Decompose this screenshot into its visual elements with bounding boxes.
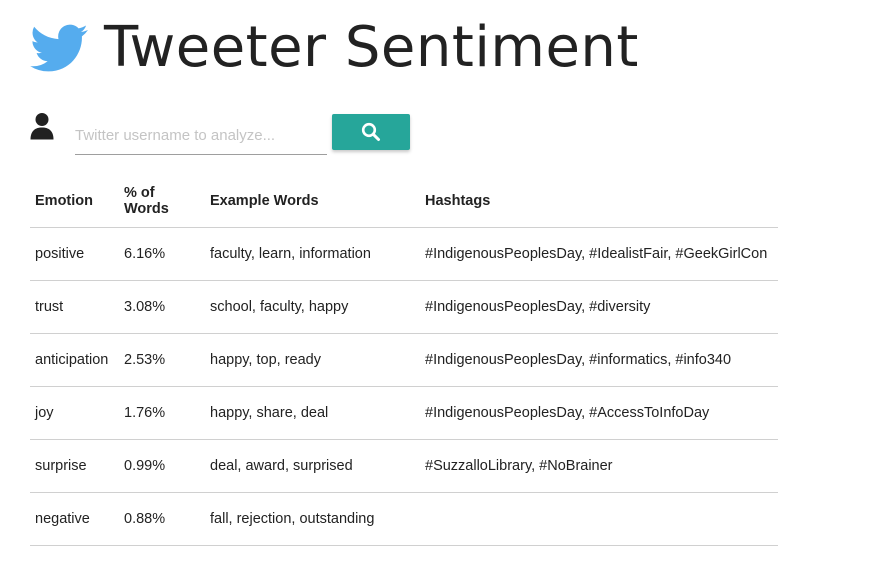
percent-cell: 1.76% (119, 386, 205, 440)
emotion-cell: negative (30, 492, 119, 546)
emotion-cell: trust (30, 280, 119, 334)
example-words-cell: deal, award, surprised (205, 439, 420, 493)
example-words-cell: school, faculty, happy (205, 280, 420, 334)
table-row: joy 1.76% happy, share, deal #Indigenous… (30, 386, 778, 440)
example-words-cell: happy, top, ready (205, 333, 420, 387)
emotion-cell: surprise (30, 439, 119, 493)
table-row: negative 0.88% fall, rejection, outstand… (30, 492, 778, 546)
table-header-row: Emotion % of Words Example Words Hashtag… (30, 175, 778, 228)
hashtags-cell: #IndigenousPeoplesDay, #informatics, #in… (420, 333, 778, 387)
username-search-input[interactable] (75, 116, 327, 155)
hashtags-cell: #SuzzalloLibrary, #NoBrainer (420, 439, 778, 493)
app-header: Tweeter Sentiment (30, 12, 639, 84)
column-header-hashtags: Hashtags (420, 175, 778, 228)
percent-cell: 0.99% (119, 439, 205, 493)
example-words-cell: happy, share, deal (205, 386, 420, 440)
percent-cell: 6.16% (119, 227, 205, 281)
column-header-emotion: Emotion (30, 175, 119, 228)
table-row: positive 6.16% faculty, learn, informati… (30, 227, 778, 281)
emotion-cell: joy (30, 386, 119, 440)
example-words-cell: fall, rejection, outstanding (205, 492, 420, 546)
page-title: Tweeter Sentiment (104, 15, 639, 80)
emotions-table: Emotion % of Words Example Words Hashtag… (30, 175, 778, 546)
column-header-example-words: Example Words (205, 175, 420, 228)
hashtags-cell: #IndigenousPeoplesDay, #IdealistFair, #G… (420, 227, 778, 281)
twitter-bird-icon (30, 24, 88, 72)
emotion-cell: anticipation (30, 333, 119, 387)
example-words-cell: faculty, learn, information (205, 227, 420, 281)
column-header-percent: % of Words (119, 175, 205, 228)
hashtags-cell (420, 492, 778, 546)
user-icon (30, 113, 54, 140)
percent-cell: 2.53% (119, 333, 205, 387)
hashtags-cell: #IndigenousPeoplesDay, #AccessToInfoDay (420, 386, 778, 440)
emotion-cell: positive (30, 227, 119, 281)
search-icon (361, 122, 380, 141)
search-button[interactable] (332, 114, 410, 150)
table-row: surprise 0.99% deal, award, surprised #S… (30, 439, 778, 493)
hashtags-cell: #IndigenousPeoplesDay, #diversity (420, 280, 778, 334)
percent-cell: 0.88% (119, 492, 205, 546)
table-row: anticipation 2.53% happy, top, ready #In… (30, 333, 778, 387)
table-row: trust 3.08% school, faculty, happy #Indi… (30, 280, 778, 334)
percent-cell: 3.08% (119, 280, 205, 334)
search-bar (30, 108, 430, 158)
